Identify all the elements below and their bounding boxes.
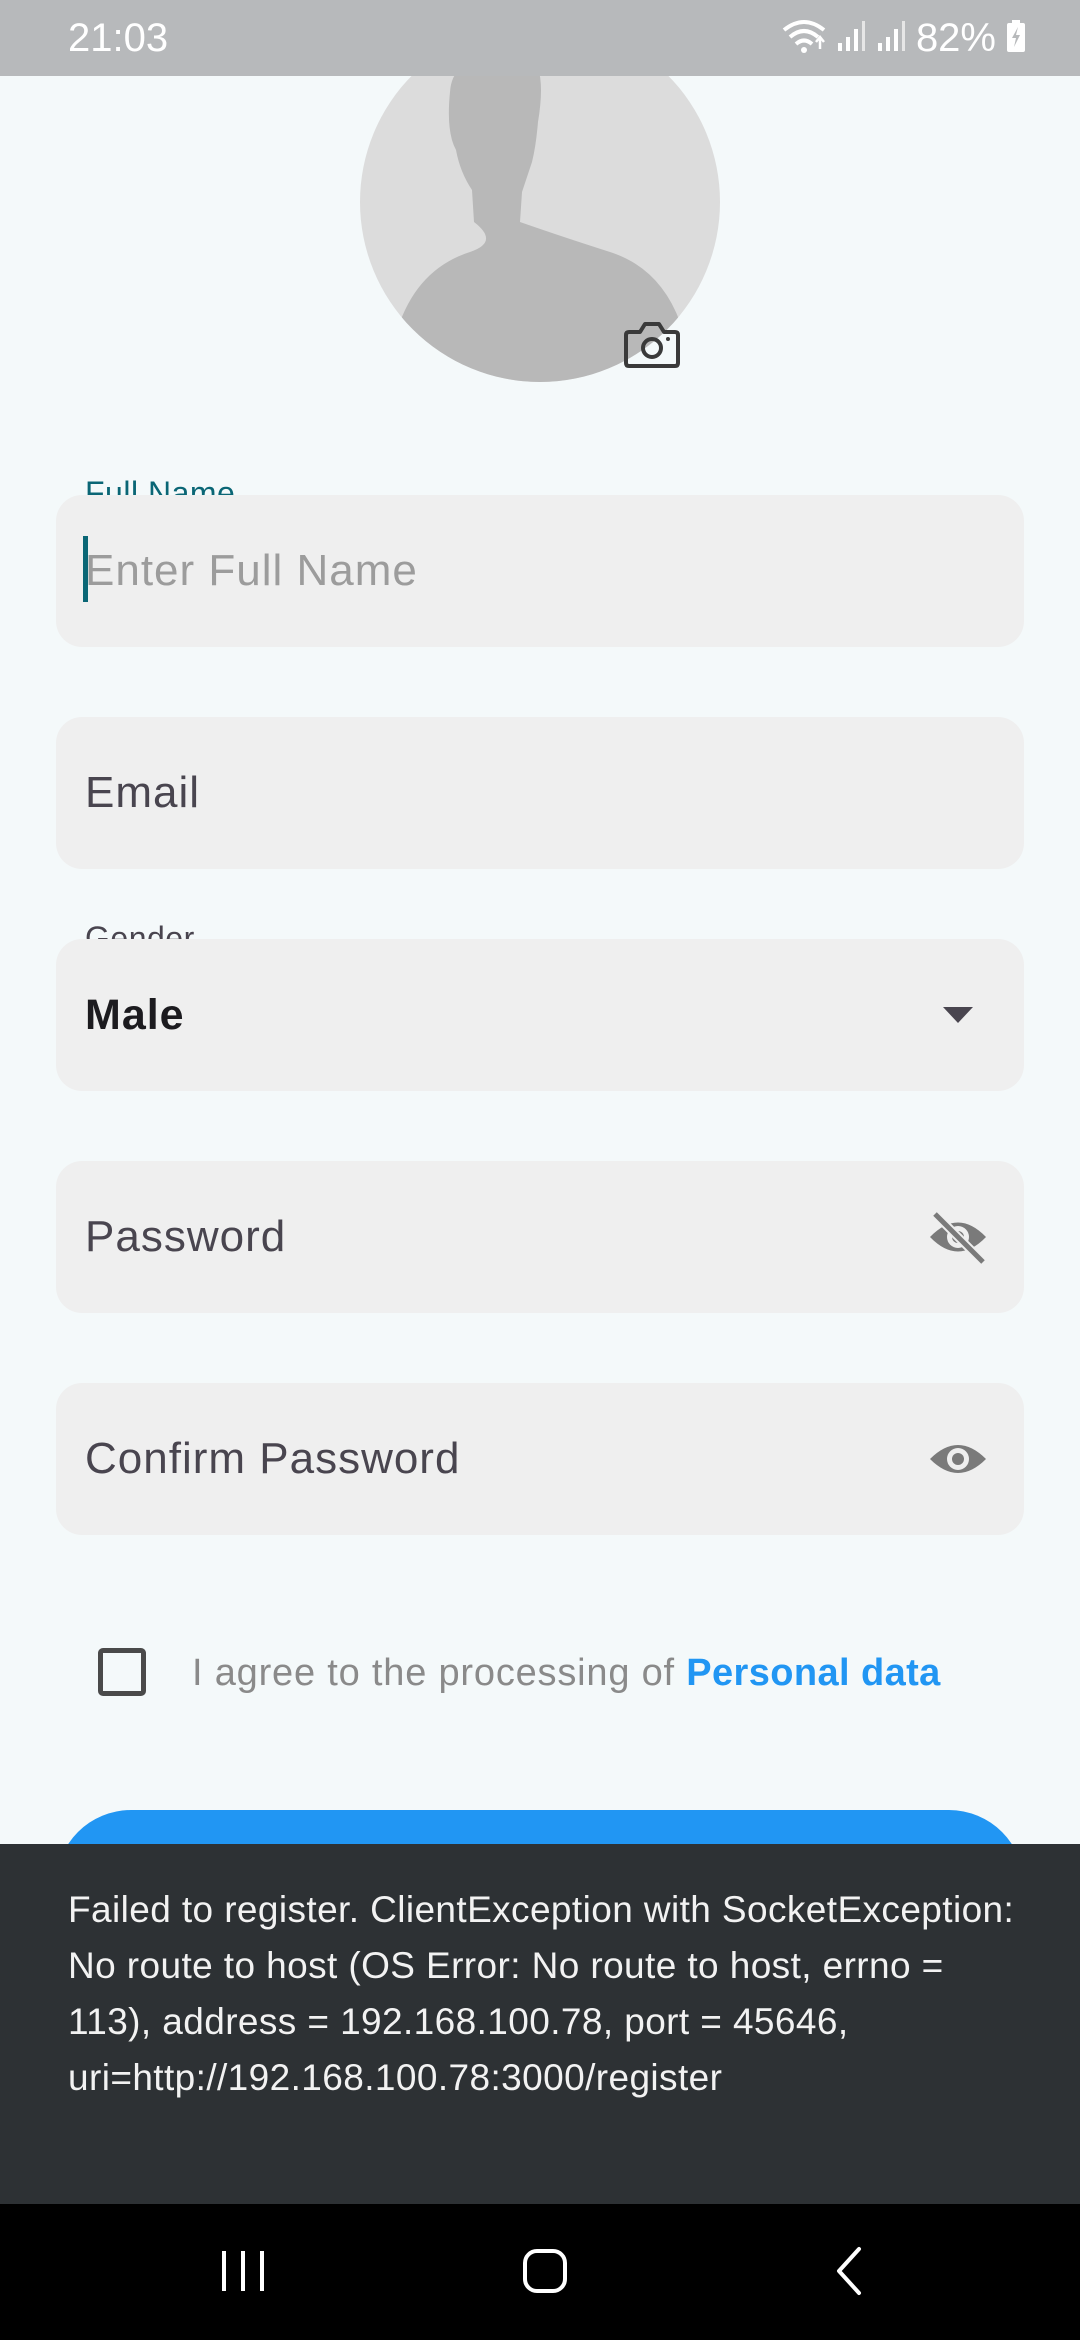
status-time: 21:03 (68, 16, 169, 60)
recents-icon (222, 2251, 264, 2291)
email-input[interactable]: Email (56, 717, 1024, 869)
wifi-icon (782, 18, 826, 59)
gender-dropdown[interactable]: Male (56, 939, 1024, 1091)
camera-icon (624, 322, 680, 368)
recents-button[interactable] (198, 2236, 288, 2306)
navigation-bar (0, 2204, 1080, 2340)
gender-value: Male (85, 991, 185, 1039)
visibility-icon[interactable] (926, 1427, 990, 1491)
error-snackbar: Failed to register. ClientException with… (0, 1844, 1080, 2204)
battery-charging-icon (1006, 19, 1026, 58)
confirm-password-label: Confirm Password (85, 1434, 461, 1483)
confirm-password-input[interactable]: Confirm Password (56, 1383, 1024, 1535)
dropdown-arrow-icon (926, 983, 990, 1047)
password-label: Password (85, 1212, 287, 1261)
home-icon (523, 2249, 567, 2293)
agreement-label: I agree to the processing of (192, 1652, 687, 1694)
battery-percent: 82% (915, 16, 996, 60)
status-icons: 82% (782, 14, 1026, 62)
agreement-checkbox[interactable] (98, 1648, 146, 1696)
home-button[interactable] (500, 2236, 590, 2306)
agreement-text: I agree to the processing of Personal da… (192, 1650, 941, 1696)
visibility-off-icon[interactable] (926, 1205, 990, 1269)
full-name-placeholder: Enter Full Name (85, 546, 418, 595)
signal-icon (876, 19, 906, 58)
status-bar: 21:03 82% (0, 0, 1080, 76)
change-photo-button[interactable] (619, 314, 685, 374)
personal-data-link[interactable]: Personal data (686, 1652, 940, 1694)
snackbar-message: Failed to register. ClientException with… (68, 1889, 1015, 2098)
back-icon (837, 2247, 861, 2295)
signal-icon (836, 19, 866, 58)
back-button[interactable] (804, 2236, 894, 2306)
password-input[interactable]: Password (56, 1161, 1024, 1313)
full-name-input[interactable]: Enter Full Name (56, 495, 1024, 647)
email-label: Email (85, 768, 201, 817)
